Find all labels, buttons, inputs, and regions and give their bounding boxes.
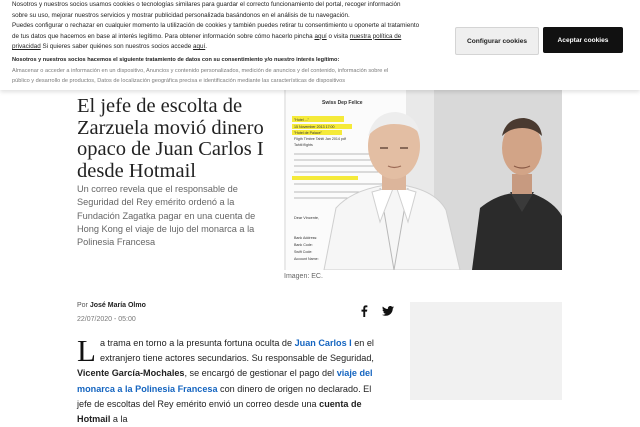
- ad-placeholder: [410, 302, 562, 400]
- image-caption: Imagen: EC.: [284, 273, 323, 280]
- publish-date: 22/07/2020 - 05:00: [77, 316, 136, 323]
- article-subheadline: Un correo revela que el responsable de S…: [77, 184, 256, 248]
- accept-cookies-button[interactable]: Aceptar cookies: [543, 27, 623, 53]
- cookie-line-4-text: de tus datos que hacemos en base al inte…: [12, 32, 315, 40]
- facebook-icon: [361, 305, 368, 317]
- hero-doc-heading: Swiss Dep Felice: [322, 100, 363, 106]
- share-facebook-button[interactable]: [356, 303, 372, 319]
- cookie-link-aqui-2[interactable]: aquí: [193, 43, 205, 50]
- hero-doc-line-1: "Hotel ...": [294, 118, 310, 122]
- cookie-line-1: Nosotros y nuestros socios usamos cookie…: [12, 1, 401, 8]
- article-headline: El jefe de escolta de Zarzuela movió din…: [77, 95, 264, 182]
- cookie-line-2: sobre su uso, mejorar nuestros servicios…: [12, 11, 350, 19]
- article-body: La trama en torno a la presunta fortuna …: [77, 333, 377, 427]
- cookie-purposes: Nosotros y nuestros socios hacemos el si…: [12, 55, 442, 87]
- body-text-3: , se encargó de gestionar el pago del: [184, 368, 337, 379]
- privacy-policy-link-b[interactable]: privacidad: [12, 43, 41, 50]
- body-bold-name: Vicente García-Mochales: [77, 368, 185, 379]
- cookie-line-5: privacidad Si quieres saber quiénes son …: [12, 42, 432, 53]
- cookie-text: Nosotros y nuestros socios usamos cookie…: [12, 0, 432, 53]
- cookie-purposes-line-1: Almacenar o acceder a información en un …: [12, 67, 389, 74]
- body-text-5: a la: [110, 414, 128, 425]
- cookie-banner: Nosotros y nuestros socios usamos cookie…: [0, 0, 640, 90]
- share-twitter-button[interactable]: [380, 303, 396, 319]
- author-link[interactable]: José María Olmo: [90, 302, 146, 309]
- hero-doc-line-7: Bank Address:: [294, 236, 317, 240]
- cookie-line-5-text: Si quieres saber quiénes son nuestros so…: [40, 43, 193, 51]
- hero-doc-line-10: Account Name:: [294, 257, 319, 261]
- cookie-purposes-heading: Nosotros y nuestros socios hacemos el si…: [12, 57, 340, 63]
- body-text-1: a trama en torno a la presunta fortuna o…: [99, 338, 295, 348]
- hero-photo-illustration: Swiss Dep Felice "Hotel ..." 15 November…: [284, 88, 562, 270]
- byline: Por José María Olmo: [77, 302, 146, 309]
- cookie-line-4: de tus datos que hacemos en base al inte…: [12, 32, 432, 43]
- cookie-link-aqui-1[interactable]: aquí: [314, 33, 326, 40]
- dropcap: L: [77, 333, 96, 368]
- hero-doc-line-4: Fligth Timbre Tahiti Jan 2014 pdf: [294, 137, 346, 141]
- cookie-line-3: Puedes configurar o rechazar en cualquie…: [12, 22, 420, 30]
- twitter-icon: [382, 306, 394, 316]
- hero-doc-line-5: Tahiti flights: [294, 143, 313, 147]
- hero-doc-line-6: Dear Vincente,: [294, 216, 319, 220]
- hero-doc-line-2: 15 November 2013 17:00: [294, 125, 335, 129]
- hero-doc-line-3: "Hotel de Palace": [294, 131, 323, 135]
- configure-cookies-button[interactable]: Configurar cookies: [455, 27, 539, 55]
- byline-prefix: Por: [77, 302, 90, 309]
- hero-doc-line-9: Swift Code:: [294, 250, 312, 254]
- cookie-line-5-end: .: [205, 43, 207, 51]
- juan-carlos-link[interactable]: Juan Carlos I: [295, 338, 352, 348]
- hero-image: Swiss Dep Felice "Hotel ..." 15 November…: [284, 88, 562, 270]
- cookie-purposes-line-2: público y desarrollo de productos, Datos…: [12, 78, 346, 84]
- cookie-line-4-mid: o visita: [326, 32, 350, 40]
- privacy-policy-link-a[interactable]: nuestra política de: [350, 33, 401, 40]
- hero-doc-line-8: Bank Code:: [294, 243, 313, 247]
